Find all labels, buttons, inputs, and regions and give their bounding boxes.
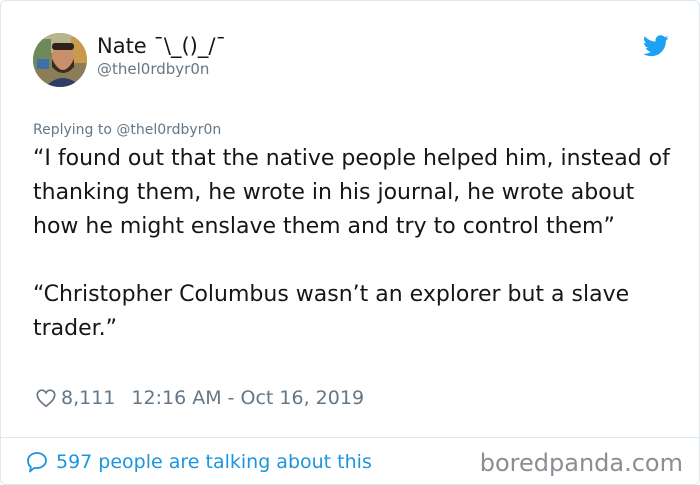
speech-bubble-icon <box>27 452 47 473</box>
timestamp[interactable]: 12:16 AM - Oct 16, 2019 <box>131 387 364 409</box>
tweet-text: “I found out that the native people help… <box>33 142 683 346</box>
avatar[interactable] <box>33 33 87 87</box>
user-handle[interactable]: @thel0rdbyr0n <box>97 59 209 79</box>
divider <box>1 437 699 438</box>
tweet-paragraph-2: “Christopher Columbus wasn’t an explorer… <box>33 282 630 341</box>
heart-icon[interactable] <box>35 387 57 409</box>
tweet-paragraph-1: “I found out that the native people help… <box>33 146 670 239</box>
conversation-link[interactable]: 597 people are talking about this <box>25 449 372 475</box>
tweet-meta: 8,111 12:16 AM - Oct 16, 2019 <box>35 386 364 410</box>
conversation-text: 597 people are talking about this <box>56 451 372 473</box>
replying-to[interactable]: Replying to @thel0rdbyr0n <box>33 121 221 139</box>
tweet-card: Nate ¯\_()_/¯ @thel0rdbyr0n Replying to … <box>0 0 700 485</box>
display-name[interactable]: Nate ¯\_()_/¯ <box>97 33 226 59</box>
like-count[interactable]: 8,111 <box>61 387 115 409</box>
twitter-bird-icon[interactable] <box>643 35 669 57</box>
watermark: boredpanda.com <box>479 449 683 477</box>
